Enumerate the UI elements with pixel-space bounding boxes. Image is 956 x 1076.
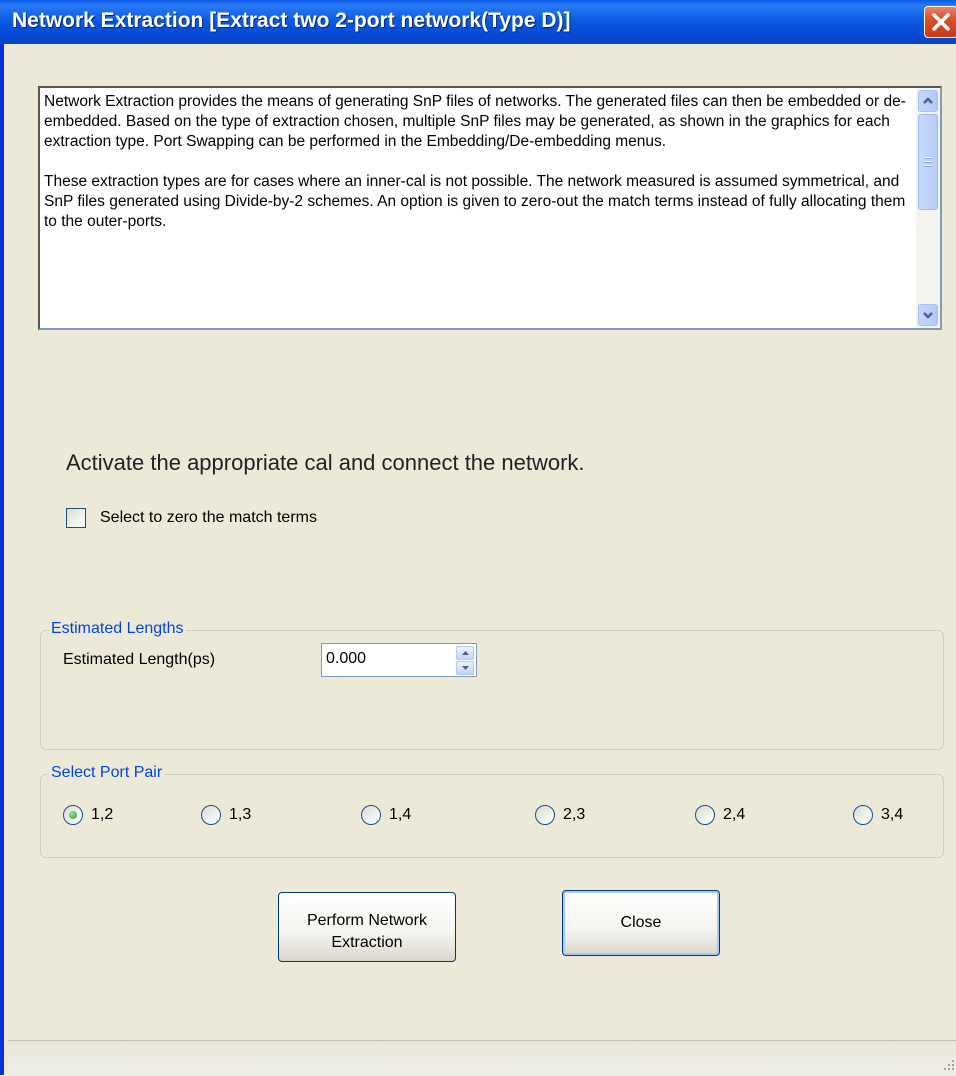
radio-port-1-3[interactable]: [201, 805, 221, 825]
status-bar: [8, 1040, 956, 1076]
radio-port-2-4[interactable]: [695, 805, 715, 825]
zero-match-checkbox[interactable]: [66, 508, 86, 528]
close-button[interactable]: Close: [562, 890, 720, 956]
title-bar[interactable]: Network Extraction [Extract two 2-port n…: [0, 0, 956, 44]
radio-port-2-3[interactable]: [535, 805, 555, 825]
chevron-down-icon: [923, 312, 933, 319]
scroll-thumb[interactable]: [918, 114, 938, 210]
perform-network-extraction-button[interactable]: Perform Network Extraction: [278, 892, 456, 962]
radio-label-1-3[interactable]: 1,3: [229, 806, 251, 824]
radio-label-3-4[interactable]: 3,4: [881, 806, 903, 824]
network-extraction-dialog: Network Extraction [Extract two 2-port n…: [0, 0, 956, 1076]
port-pair-title: Select Port Pair: [49, 764, 165, 782]
radio-label-2-3[interactable]: 2,3: [563, 806, 585, 824]
estimated-length-input[interactable]: [324, 646, 454, 672]
spin-up-button[interactable]: [456, 646, 474, 660]
radio-label-1-4[interactable]: 1,4: [389, 806, 411, 824]
scroll-grip-icon: [924, 157, 932, 169]
close-window-button[interactable]: [924, 6, 956, 38]
radio-label-2-4[interactable]: 2,4: [723, 806, 745, 824]
perform-label-line-1: Perform Network: [306, 912, 428, 929]
close-x-icon: [932, 13, 950, 31]
description-paragraph-2: These extraction types are for cases whe…: [44, 173, 906, 230]
scroll-down-button[interactable]: [918, 304, 938, 326]
zero-match-label[interactable]: Select to zero the match terms: [100, 509, 317, 527]
resize-grip-icon[interactable]: [942, 1058, 956, 1072]
instruction-text: Activate the appropriate cal and connect…: [66, 450, 585, 475]
estimated-lengths-title: Estimated Lengths: [49, 620, 186, 638]
radio-selected-dot: [69, 811, 77, 819]
spin-down-icon: [462, 666, 469, 670]
window-title: Network Extraction [Extract two 2-port n…: [12, 9, 571, 32]
port-pair-group: Select Port Pair 1,2 1,3 1,4 2,3 2,4 3,4: [40, 764, 944, 858]
chevron-up-icon: [923, 97, 933, 104]
radio-label-1-2[interactable]: 1,2: [91, 806, 113, 824]
radio-port-1-4[interactable]: [361, 805, 381, 825]
radio-port-3-4[interactable]: [853, 805, 873, 825]
estimated-lengths-group: Estimated Lengths Estimated Length(ps): [40, 620, 944, 750]
radio-port-1-2[interactable]: [63, 805, 83, 825]
vertical-scrollbar[interactable]: [916, 88, 940, 328]
scroll-up-button[interactable]: [918, 90, 938, 112]
spin-down-button[interactable]: [456, 661, 474, 675]
description-textbox[interactable]: Network Extraction provides the means of…: [38, 86, 942, 330]
description-paragraph-1: Network Extraction provides the means of…: [44, 93, 906, 150]
perform-label-line-2: Extraction: [331, 934, 403, 951]
estimated-length-spinner[interactable]: [321, 643, 477, 677]
description-text: Network Extraction provides the means of…: [44, 92, 906, 252]
spin-up-icon: [462, 651, 469, 655]
estimated-length-label: Estimated Length(ps): [63, 651, 216, 668]
